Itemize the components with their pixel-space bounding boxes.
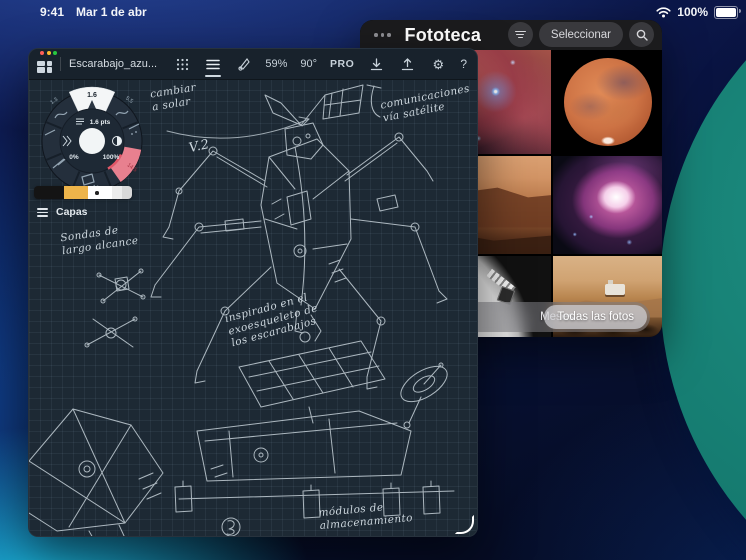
vector-pen-icon (237, 57, 251, 71)
swatch-amber[interactable] (64, 186, 88, 199)
layers-button[interactable]: Capas (37, 206, 88, 219)
wallpaper-teal-disc (660, 0, 746, 560)
opacity-min-label: 0% (69, 154, 79, 161)
sketch-canvas[interactable]: cambiar a solar V.2 comunicaciones vía s… (29, 79, 478, 537)
photos-zoom-segmented-control[interactable]: Meses Todas las fotos (464, 302, 650, 332)
window-controls-ellipsis-icon[interactable] (374, 33, 391, 37)
gear-icon: ⚙ (432, 58, 444, 71)
grid-settings-button[interactable] (173, 55, 191, 73)
status-time: 9:41 (40, 5, 64, 19)
opacity-max-label: 100% (103, 154, 120, 161)
help-button[interactable]: ? (460, 57, 467, 71)
separator (60, 57, 61, 71)
document-title: Escarabajo_azu... (69, 58, 157, 70)
search-button[interactable] (629, 22, 654, 47)
swatch-white-selected[interactable] (88, 186, 112, 199)
wifi-icon (656, 7, 671, 18)
import-button[interactable] (367, 55, 385, 73)
close-icon (40, 51, 44, 55)
settings-button[interactable]: ⚙ (429, 55, 447, 73)
search-icon (636, 29, 648, 41)
stroke-width-label: 1.6 pts (90, 119, 111, 126)
export-icon (401, 58, 414, 71)
swatch-lightgray[interactable] (112, 186, 122, 199)
vector-tool-button[interactable] (235, 55, 253, 73)
rover-silhouette (605, 284, 625, 295)
photos-header[interactable]: Fototeca Seleccionar (360, 20, 662, 50)
minimize-icon (47, 51, 51, 55)
battery-percent: 100% (677, 5, 708, 19)
filter-button[interactable] (508, 22, 533, 47)
segment-all-photos-selected[interactable]: Todas las fotos (544, 305, 647, 329)
zoom-level[interactable]: 59% (265, 58, 287, 70)
filter-lines-icon (515, 29, 526, 40)
photo-thumbnail-orion-nebula[interactable] (553, 156, 662, 254)
menu-lines-icon (206, 59, 220, 70)
export-button[interactable] (398, 55, 416, 73)
select-button[interactable]: Seleccionar (539, 22, 623, 47)
battery-icon (714, 6, 738, 19)
rotation-value[interactable]: 90° (300, 58, 317, 70)
tool-wheel[interactable]: 14.5 1.3 5.5 6.8 1.6 (36, 85, 148, 197)
swatch-black[interactable] (34, 186, 64, 199)
photo-thumbnail-mars-planet[interactable] (553, 50, 662, 154)
photos-title: Fototeca (405, 25, 482, 46)
gallery-icon[interactable] (37, 61, 52, 74)
ipad-screen: 9:41 Mar 1 de abr 100% (0, 0, 746, 560)
sketch-titlebar[interactable]: Escarabajo_azu... (29, 49, 477, 80)
color-palette-strip (34, 186, 132, 199)
active-size-label: 1.6 (87, 92, 97, 99)
swatch-gray[interactable] (122, 186, 132, 199)
import-icon (370, 58, 383, 71)
pro-badge[interactable]: PRO (330, 58, 354, 70)
tools-menu-button-active[interactable] (204, 55, 222, 73)
status-date: Mar 1 de abr (76, 5, 147, 19)
layers-icon (37, 206, 48, 219)
sketch-app-window: cambiar a solar V.2 comunicaciones vía s… (28, 48, 478, 537)
grid-icon (176, 58, 189, 71)
layers-label: Capas (56, 206, 88, 218)
wheel-center-button[interactable] (79, 128, 105, 154)
mars-disc (564, 58, 652, 146)
zoom-window-icon (53, 51, 57, 55)
traffic-light-controls[interactable] (40, 51, 57, 55)
